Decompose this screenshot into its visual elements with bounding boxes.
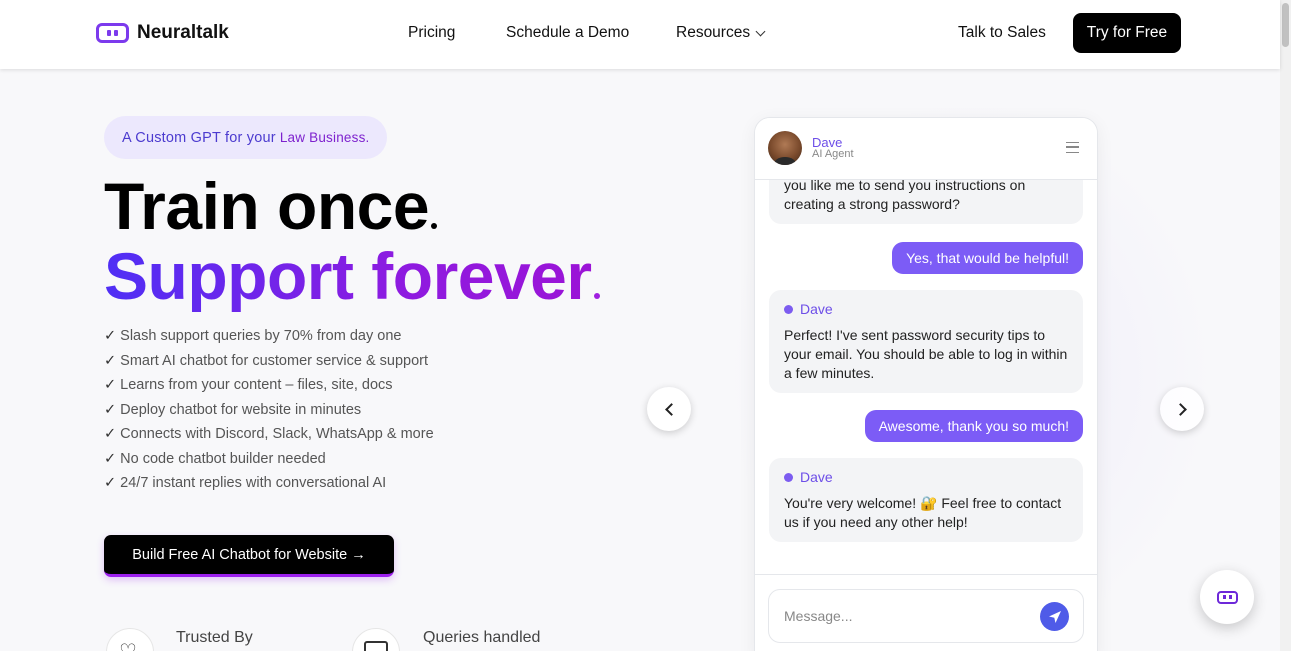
menu-icon[interactable] (1066, 142, 1079, 153)
check-icon: ✓ (104, 377, 117, 393)
talk-to-sales-link[interactable]: Talk to Sales (958, 24, 1046, 42)
check-icon: ✓ (104, 401, 117, 418)
hero-title-line-2: Support forever (104, 240, 600, 312)
trusted-stat-icon-circle: ♡ (106, 628, 154, 651)
feature-item: ✓ Deploy chatbot for website in minutes (104, 401, 362, 418)
feature-item: ✓ Learns from your content – files, site,… (104, 377, 393, 393)
neuraltalk-logo-icon (96, 23, 129, 43)
message-text: You're very welcome! 🔐 Feel free to cont… (784, 495, 1062, 530)
title-dot (431, 223, 438, 229)
hero-tagline-pill: A Custom GPT for your Law Business . (104, 116, 388, 159)
message-sender: Dave (784, 300, 1068, 319)
heart-icon: ♡ (119, 642, 137, 651)
feature-item: ✓ 24/7 instant replies with conversationa… (104, 475, 387, 491)
agent-role: AI Agent (812, 148, 854, 160)
feature-item: ✓ Smart AI chatbot for customer service &… (104, 352, 429, 369)
stat-trusted-by: Trusted By (176, 629, 253, 646)
queries-stat-icon-circle (352, 628, 400, 651)
send-button[interactable] (1040, 602, 1069, 631)
tagline-business: Law Business (279, 130, 366, 145)
build-chatbot-button[interactable]: Build Free AI Chatbot for Website → (104, 535, 394, 577)
chat-demo-widget: Dave AI Agent you like me to send you in… (754, 117, 1098, 651)
message-text: Perfect! I've sent password security tip… (784, 327, 1068, 381)
nav-schedule-demo-link[interactable]: Schedule a Demo (506, 24, 629, 42)
check-icon: ✓ (104, 328, 117, 344)
chat-composer (755, 574, 1097, 651)
hero-title-line-1: Train once (104, 169, 438, 243)
chevron-down-icon (755, 26, 766, 36)
scrollbar-thumb[interactable] (1282, 3, 1289, 47)
feature-list: ✓ Slash support queries by 70% from day o… (104, 326, 434, 498)
bot-message: Dave Perfect! I've sent password securit… (769, 290, 1083, 393)
nav-resources-label: Resources (676, 24, 751, 41)
check-icon: ✓ (104, 475, 117, 491)
feature-item: ✓ Slash support queries by 70% from day o… (104, 328, 402, 344)
carousel-prev-button[interactable] (647, 387, 691, 431)
neuraltalk-bot-icon (1216, 590, 1238, 604)
chevron-left-icon (664, 402, 678, 416)
feature-item: ✓ Connects with Discord, Slack, WhatsApp … (104, 426, 434, 442)
hero-title-text-1: Train once (104, 169, 430, 243)
chat-messages[interactable]: you like me to send you instructions on … (755, 180, 1097, 574)
title-dot (593, 293, 600, 299)
user-message: Awesome, thank you so much! (864, 410, 1083, 442)
online-dot-icon (784, 473, 793, 482)
check-icon: ✓ (104, 352, 117, 369)
stat-queries-handled: Queries handled (423, 629, 541, 646)
brand-logo[interactable]: Neuraltalk (96, 22, 229, 44)
tagline-prefix: A Custom GPT for your (122, 129, 276, 146)
check-icon: ✓ (104, 450, 117, 467)
hero-title-text-2: Support forever (104, 239, 592, 313)
nav-pricing-link[interactable]: Pricing (408, 24, 455, 42)
bot-message: Dave You're very welcome! 🔐 Feel free to… (769, 458, 1083, 542)
check-icon: ✓ (104, 426, 117, 442)
feature-item: ✓ No code chatbot builder needed (104, 450, 326, 467)
online-dot-icon (784, 305, 793, 314)
tagline-suffix: . (365, 130, 370, 145)
user-message: Yes, that would be helpful! (892, 242, 1083, 274)
agent-avatar (768, 131, 802, 165)
message-sender: Dave (784, 468, 1068, 487)
send-icon (1048, 610, 1061, 623)
message-text: you like me to send you instructions on … (784, 180, 1026, 212)
bot-message: you like me to send you instructions on … (769, 180, 1083, 224)
chat-launcher-button[interactable] (1200, 570, 1254, 624)
chat-header: Dave AI Agent (755, 118, 1097, 180)
top-navigation: Neuraltalk Pricing Schedule a Demo Resou… (0, 0, 1280, 69)
brand-name: Neuraltalk (137, 22, 229, 43)
inbox-icon (364, 641, 388, 651)
try-for-free-button[interactable]: Try for Free (1073, 13, 1181, 53)
nav-resources-dropdown[interactable]: Resources (676, 24, 766, 42)
page-scrollbar[interactable] (1280, 0, 1291, 651)
message-input[interactable] (768, 589, 1084, 643)
